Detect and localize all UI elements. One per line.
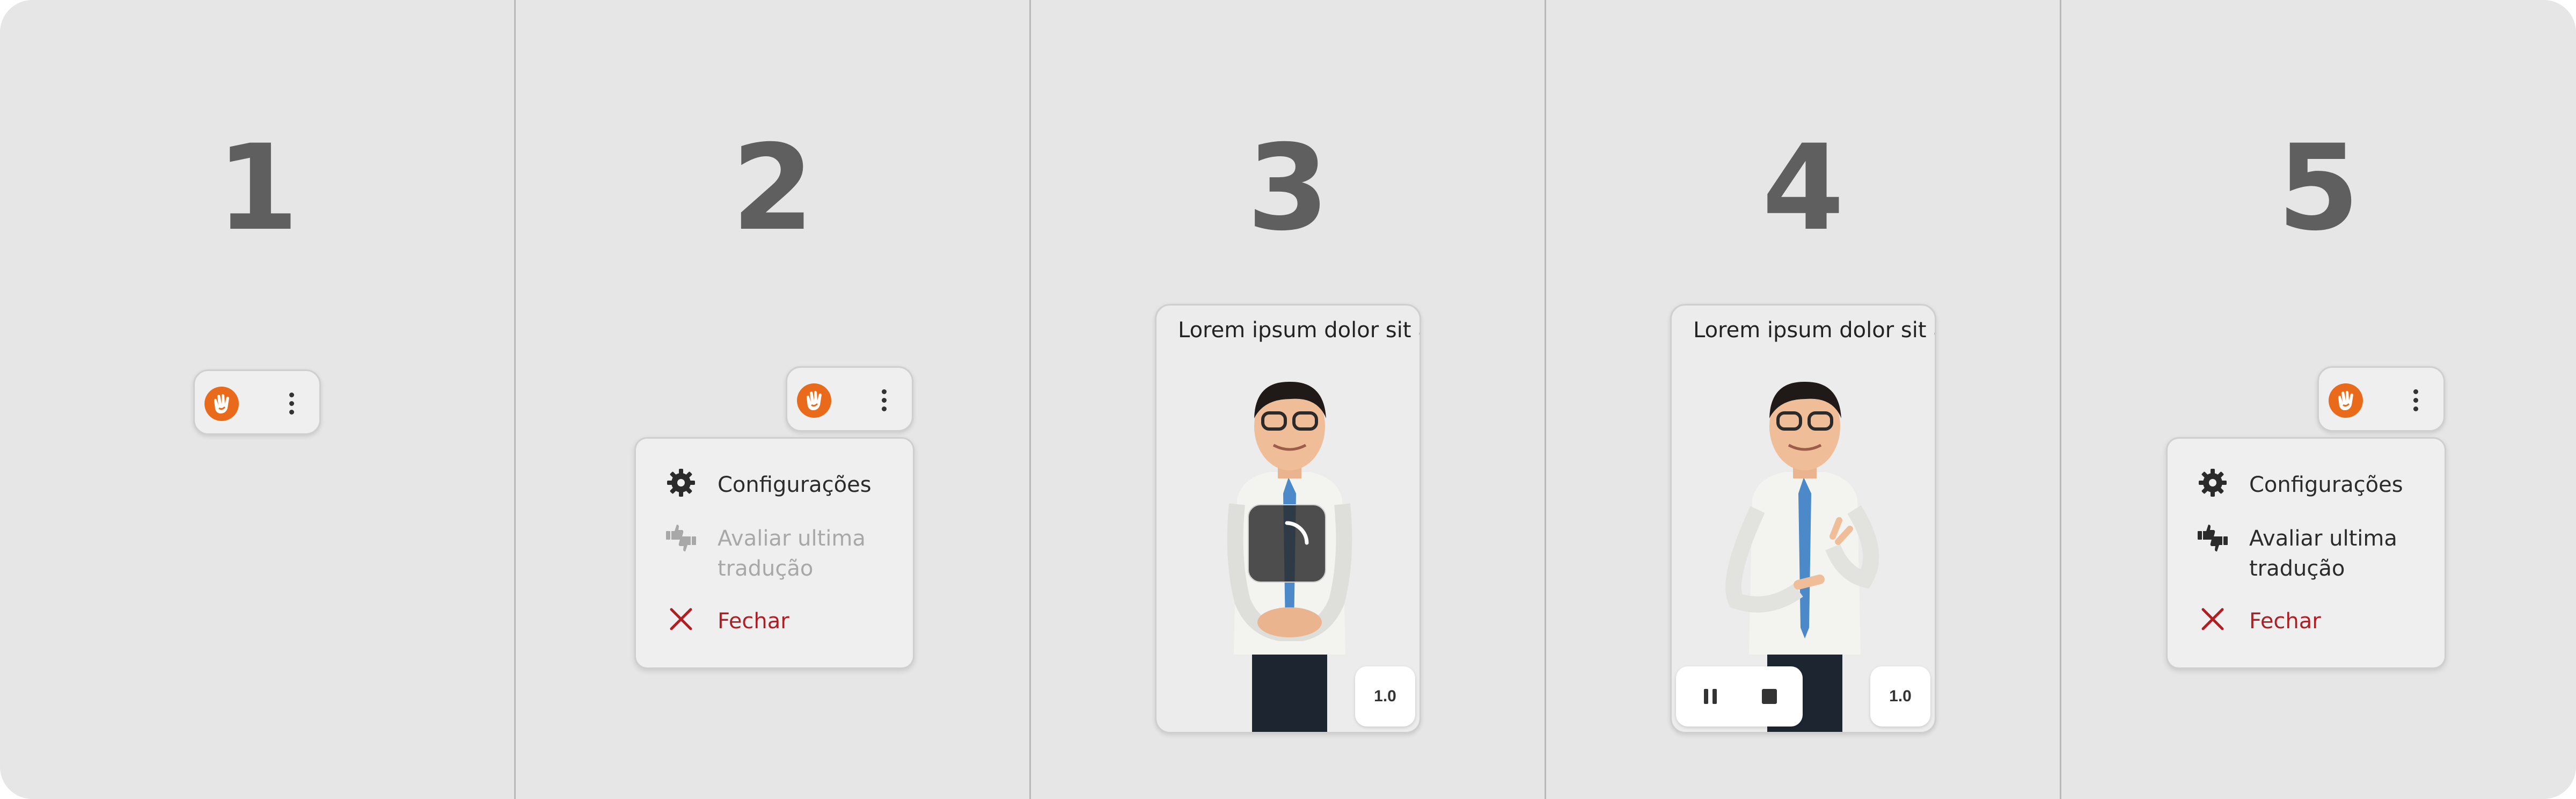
- options-menu: Configurações Avaliar ultima tradução Fe…: [2166, 437, 2446, 669]
- thumbs-rate-icon: [666, 525, 696, 551]
- widget-toolbar: [786, 366, 913, 432]
- step-number: 5: [2277, 119, 2360, 257]
- pause-icon[interactable]: [1700, 686, 1721, 707]
- kebab-menu-icon[interactable]: [2410, 388, 2421, 413]
- storyboard: 1 2 Configurações Avaliar ultima traduçã…: [0, 0, 2576, 799]
- loading-indicator: [1248, 504, 1326, 583]
- loading-spinner-icon: [1285, 521, 1309, 545]
- hand-logo-icon[interactable]: [797, 383, 831, 418]
- options-menu: Configurações Avaliar ultima tradução Fe…: [634, 437, 914, 669]
- widget-toolbar: [2317, 366, 2445, 432]
- step-number: 2: [731, 119, 814, 257]
- step-panel-4: 4 Lorem ipsum dolor sit amet: [1546, 0, 2061, 799]
- close-icon: [2201, 608, 2224, 630]
- kebab-menu-icon[interactable]: [286, 391, 297, 416]
- step-number: 4: [1762, 119, 1845, 257]
- step-panel-2: 2 Configurações Avaliar ultima tradução …: [515, 0, 1030, 799]
- gear-icon: [667, 469, 695, 497]
- gear-icon: [2199, 469, 2227, 497]
- step-panel-3: 3 Lorem ipsum dolor sit amet: [1030, 0, 1546, 799]
- caption-text: Lorem ipsum dolor sit amet: [1178, 318, 1419, 343]
- menu-item-label-line2: tradução: [718, 556, 814, 581]
- menu-item-label: Fechar: [718, 609, 789, 634]
- menu-item-label: Configurações: [718, 473, 872, 497]
- menu-item-label: Avaliar ultima tradução: [2249, 524, 2397, 584]
- stop-icon[interactable]: [1759, 686, 1780, 707]
- speed-button[interactable]: 1.0: [1355, 666, 1415, 727]
- menu-item-label: Configurações: [2249, 473, 2403, 497]
- close-icon: [670, 608, 692, 630]
- step-number: 3: [1247, 119, 1329, 257]
- kebab-menu-icon[interactable]: [879, 388, 889, 413]
- step-number: 1: [216, 119, 299, 257]
- menu-item-label-line1: Avaliar ultima: [2249, 526, 2397, 551]
- translator-player: Lorem ipsum dolor sit amet: [1670, 304, 1936, 733]
- menu-item-label: Avaliar ultima tradução: [718, 524, 866, 584]
- menu-item-label: Fechar: [2249, 609, 2321, 634]
- menu-item-label-line1: Avaliar ultima: [718, 526, 866, 551]
- step-panel-5: 5 Configurações Avaliar ultima tradução …: [2061, 0, 2576, 799]
- hand-logo-icon[interactable]: [2329, 383, 2363, 418]
- caption-text: Lorem ipsum dolor sit amet: [1693, 318, 1935, 343]
- thumbs-rate-icon: [2198, 525, 2228, 551]
- playback-controls: [1676, 666, 1803, 727]
- translator-player: Lorem ipsum dolor sit amet 1.0: [1155, 304, 1421, 733]
- menu-item-label-line2: tradução: [2249, 556, 2345, 581]
- speed-button[interactable]: 1.0: [1870, 666, 1930, 727]
- hand-logo-icon[interactable]: [204, 387, 239, 421]
- step-panel-1: 1: [0, 0, 515, 799]
- widget-toolbar: [193, 369, 321, 435]
